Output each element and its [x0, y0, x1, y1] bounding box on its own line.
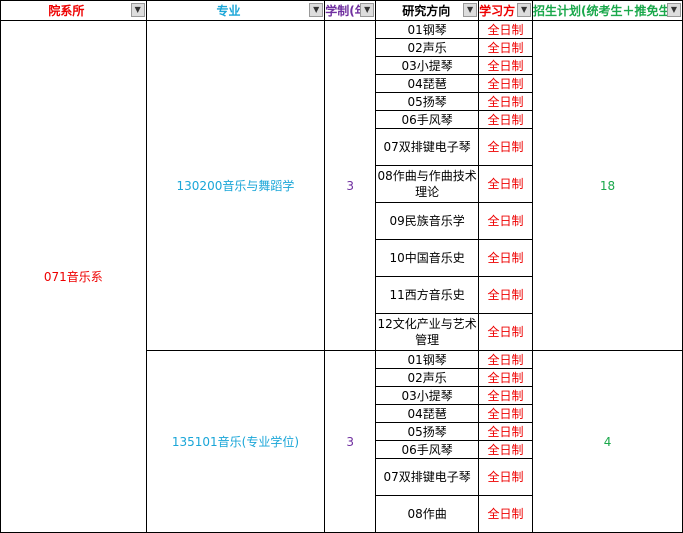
- study-mode-cell: 全日制: [478, 56, 534, 75]
- header-direction: 研究方向 ▼: [375, 0, 480, 21]
- direction-cell: 03小提琴: [375, 56, 480, 75]
- direction-cell: 06手风琴: [375, 110, 480, 129]
- study-mode-cell: 全日制: [478, 202, 534, 240]
- direction-cell: 04琵琶: [375, 404, 480, 423]
- study-mode-cell: 全日制: [478, 440, 534, 459]
- direction-cell: 08作曲与作曲技术理论: [375, 165, 480, 203]
- direction-cell: 03小提琴: [375, 386, 480, 405]
- study-mode-cell: 全日制: [478, 239, 534, 277]
- admissions-table: 院系所 ▼ 专业 ▼ 学制(年 ▼ 研究方向 ▼ 学习方 ▼ 招生计划(统考生＋推免生 ▼ …: [0, 0, 683, 533]
- study-mode-cell: 全日制: [478, 368, 534, 387]
- study-mode-cell: 全日制: [478, 38, 534, 57]
- direction-cell: 08作曲: [375, 495, 480, 533]
- header-major: 专业 ▼: [145, 0, 326, 21]
- study-mode-cell: 全日制: [478, 74, 534, 93]
- filter-dropdown-icon[interactable]: ▼: [667, 3, 681, 17]
- direction-cell: 06手风琴: [375, 440, 480, 459]
- direction-cell: 07双排键电子琴: [375, 128, 480, 166]
- direction-cell: 05扬琴: [375, 92, 480, 111]
- direction-cell: 09民族音乐学: [375, 202, 480, 240]
- header-department: 院系所 ▼: [0, 0, 147, 21]
- table-row: 071音乐系 130200音乐与舞蹈学 3 01钢琴 全日制 18: [0, 20, 683, 533]
- study-mode-cell: 全日制: [478, 128, 534, 166]
- study-mode-cell: 全日制: [478, 386, 534, 405]
- study-mode-cell: 全日制: [478, 422, 534, 441]
- study-mode-cell: 全日制: [478, 495, 534, 533]
- study-mode-cell: 全日制: [478, 350, 534, 369]
- direction-cell: 07双排键电子琴: [375, 458, 480, 496]
- direction-cell: 11西方音乐史: [375, 276, 480, 314]
- study-mode-cell: 全日制: [478, 313, 534, 351]
- direction-cell: 02声乐: [375, 38, 480, 57]
- study-mode-cell: 全日制: [478, 458, 534, 496]
- filter-dropdown-icon[interactable]: ▼: [360, 3, 375, 17]
- direction-cell: 10中国音乐史: [375, 239, 480, 277]
- filter-dropdown-icon[interactable]: ▼: [309, 3, 324, 17]
- filter-dropdown-icon[interactable]: ▼: [463, 3, 478, 17]
- direction-cell: 02声乐: [375, 368, 480, 387]
- direction-cell: 01钢琴: [375, 350, 480, 369]
- years-cell: 3: [324, 350, 377, 533]
- study-mode-cell: 全日制: [478, 20, 534, 39]
- years-cell: 3: [324, 20, 377, 351]
- plan-cell: 18: [532, 20, 683, 351]
- direction-cell: 12文化产业与艺术管理: [375, 313, 480, 351]
- major-cell: 130200音乐与舞蹈学: [145, 20, 326, 351]
- plan-cell: 4: [532, 350, 683, 533]
- header-study-mode: 学习方 ▼: [478, 0, 534, 21]
- study-mode-cell: 全日制: [478, 92, 534, 111]
- study-mode-cell: 全日制: [478, 165, 534, 203]
- study-mode-cell: 全日制: [478, 276, 534, 314]
- study-mode-cell: 全日制: [478, 404, 534, 423]
- filter-active-icon[interactable]: ▼: [517, 3, 532, 17]
- department-cell: 071音乐系: [0, 20, 147, 533]
- header-plan: 招生计划(统考生＋推免生 ▼: [532, 0, 683, 21]
- study-mode-cell: 全日制: [478, 110, 534, 129]
- header-years: 学制(年 ▼: [324, 0, 377, 21]
- direction-cell: 04琵琶: [375, 74, 480, 93]
- major-cell: 135101音乐(专业学位): [145, 350, 326, 533]
- direction-cell: 01钢琴: [375, 20, 480, 39]
- filter-active-icon[interactable]: ▼: [130, 3, 145, 17]
- direction-cell: 05扬琴: [375, 422, 480, 441]
